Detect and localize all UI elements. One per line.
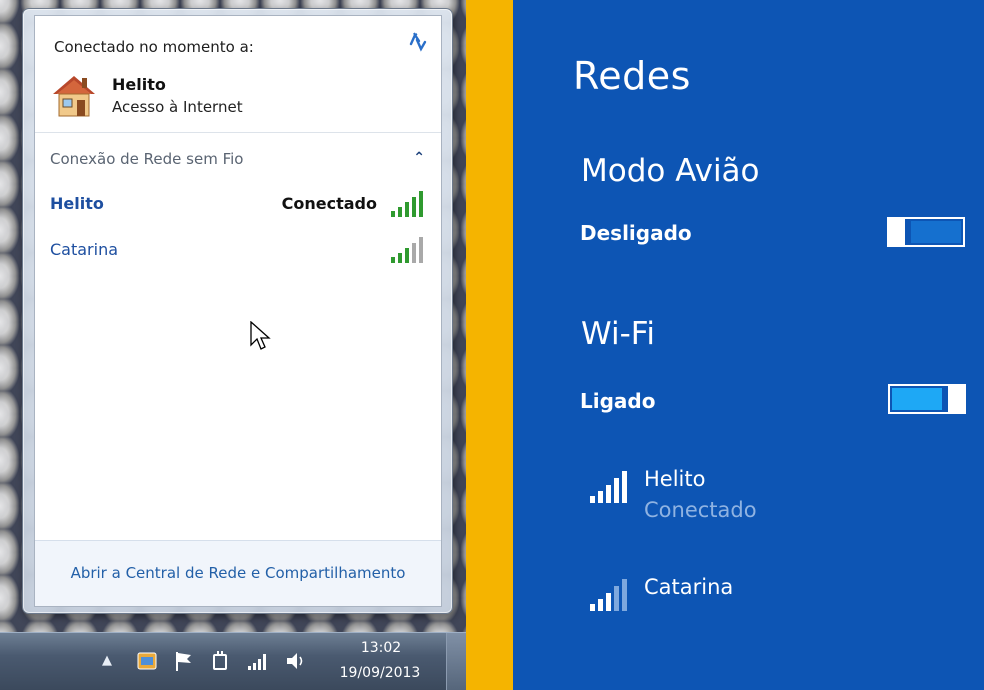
wifi-state: Ligado [580, 389, 656, 413]
current-network-name: Helito [112, 75, 166, 94]
airplane-mode-toggle[interactable] [887, 217, 965, 247]
network-name: Catarina [50, 240, 119, 259]
signal-strength-icon [391, 237, 423, 263]
signal-strength-icon [590, 471, 627, 503]
open-network-center-link[interactable]: Abrir a Central de Rede e Compartilhamen… [35, 564, 441, 582]
current-network-status: Acesso à Internet [112, 98, 243, 116]
refresh-network-icon[interactable] [405, 29, 431, 55]
toggle-track [892, 388, 942, 410]
action-center-flag-icon[interactable] [172, 649, 196, 673]
mouse-pointer-icon [250, 321, 271, 350]
power-plug-icon[interactable] [208, 649, 232, 673]
charm-title: Redes [573, 54, 691, 98]
network-status: Conectado [644, 498, 757, 522]
show-desktop-button[interactable] [446, 633, 466, 690]
show-hidden-icons-icon[interactable]: ▲ [102, 653, 112, 668]
win8-networks-charm: Redes Modo Avião Desligado Wi-Fi Ligado … [513, 0, 984, 690]
wifi-tray-icon[interactable] [246, 649, 270, 673]
airplane-mode-state: Desligado [580, 221, 692, 245]
signal-strength-icon [391, 191, 423, 217]
network-state: Conectado [281, 194, 377, 213]
program-tray-icon[interactable] [135, 649, 159, 673]
currently-connected-section: Conectado no momento a: Helito Acesso à … [35, 16, 441, 133]
clock-time[interactable]: 13:02 [355, 640, 407, 656]
toggle-knob[interactable] [948, 384, 966, 414]
network-name: Helito [50, 194, 104, 213]
volume-icon[interactable] [284, 649, 308, 673]
airplane-mode-heading: Modo Avião [581, 153, 760, 189]
network-row-helito[interactable]: Helito Conectado [35, 188, 441, 220]
accent-divider-strip [466, 0, 513, 690]
network-flyout-panel: Conectado no momento a: Helito Acesso à … [34, 15, 442, 607]
home-network-icon [53, 76, 95, 117]
toggle-track [911, 221, 961, 243]
clock-date[interactable]: 19/09/2013 [330, 665, 430, 681]
flyout-footer: Abrir a Central de Rede e Compartilhamen… [35, 540, 441, 606]
wifi-heading: Wi-Fi [581, 316, 655, 352]
network-name: Helito [644, 467, 706, 491]
connected-title: Conectado no momento a: [54, 38, 254, 56]
taskbar: ▲ 13:02 19/09/2013 [0, 632, 466, 690]
wifi-toggle[interactable] [888, 384, 966, 414]
network-row-catarina[interactable]: Catarina [35, 234, 441, 266]
toggle-knob[interactable] [887, 217, 905, 247]
collapse-chevron-icon[interactable]: ⌃ [413, 150, 425, 166]
signal-strength-icon [590, 579, 627, 611]
wireless-section-header[interactable]: Conexão de Rede sem Fio [50, 150, 243, 168]
network-name: Catarina [644, 575, 734, 599]
